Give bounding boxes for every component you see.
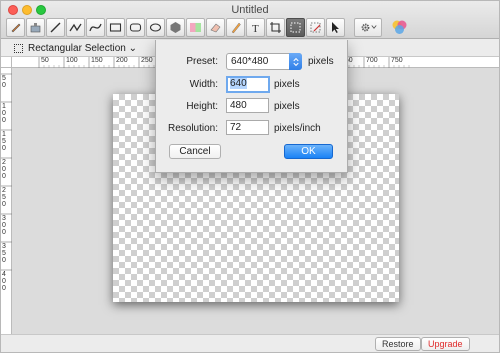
ruler-label: 100	[66, 57, 78, 64]
ok-button[interactable]: OK	[284, 144, 333, 159]
ruler-label: 250	[2, 187, 6, 208]
selection-mode-dropdown[interactable]: Rectangular Selection ⌄	[28, 43, 137, 54]
width-label: Width:	[189, 79, 218, 90]
cancel-button[interactable]: Cancel	[169, 144, 221, 159]
rounded-rectangle-tool[interactable]	[126, 17, 145, 37]
pointer-tool[interactable]	[326, 17, 345, 37]
color-palette-icon	[392, 20, 407, 34]
ellipse-tool[interactable]	[146, 17, 165, 37]
preset-value: 640*480	[231, 56, 269, 67]
ruler-label: 750	[391, 57, 403, 64]
restore-button[interactable]: Restore	[375, 337, 421, 351]
text-icon: T	[252, 23, 259, 34]
brush-icon	[231, 22, 241, 33]
fill-icon	[190, 22, 201, 32]
window-title: Untitled	[231, 4, 269, 16]
eraser-stamp-tool[interactable]	[26, 17, 45, 37]
cursor-icon	[332, 21, 339, 33]
ruler-label: 50	[41, 57, 49, 64]
rounded-rectangle-icon	[129, 22, 142, 32]
resolution-unit: pixels/inch	[274, 123, 321, 134]
ruler-label: 50	[2, 75, 6, 89]
height-unit: pixels	[274, 101, 300, 112]
fill-tool[interactable]	[186, 17, 205, 37]
height-label: Height:	[186, 101, 218, 112]
resolution-input[interactable]: 72	[226, 120, 269, 135]
width-unit: pixels	[274, 79, 300, 90]
select-arrows-icon	[289, 53, 302, 70]
chevron-down-icon	[370, 25, 377, 29]
ruler-label: 700	[366, 57, 378, 64]
pencil-icon	[11, 23, 21, 32]
selection-mode-label: Rectangular Selection	[28, 43, 126, 54]
app-window: Untitled T Rectangular Selection ⌄ 50 10…	[0, 0, 500, 353]
resolution-label: Resolution:	[167, 123, 218, 134]
ruler-label: 300	[2, 215, 6, 236]
polyline-icon	[69, 23, 82, 31]
height-input[interactable]: 480	[226, 98, 269, 113]
selection-icon	[290, 22, 301, 32]
upgrade-button[interactable]: Upgrade	[421, 337, 470, 351]
title-bar: Untitled T	[1, 1, 499, 39]
magic-selection-icon	[310, 22, 321, 32]
ruler-label: 400	[2, 271, 6, 292]
preset-label: Preset:	[186, 56, 218, 67]
tool-palette: T	[6, 17, 408, 37]
eraser-icon	[210, 23, 221, 32]
rectangle-icon	[109, 22, 122, 32]
polyline-tool[interactable]	[66, 17, 85, 37]
crop-icon	[270, 21, 281, 33]
curve-icon	[89, 23, 102, 31]
ruler-label: 200	[2, 159, 6, 180]
curve-tool[interactable]	[86, 17, 105, 37]
ruler-label: 200	[116, 57, 128, 64]
brush-tool[interactable]	[226, 17, 245, 37]
width-value: 640	[230, 78, 247, 89]
new-image-dialog: Preset: 640*480 pixels Width: 640 pixels…	[155, 40, 348, 173]
preset-unit: pixels	[308, 56, 334, 67]
stamp-icon	[30, 22, 41, 32]
ruler-label: 150	[2, 131, 6, 152]
settings-menu-button[interactable]	[354, 17, 382, 37]
text-tool[interactable]: T	[246, 17, 265, 37]
width-input[interactable]: 640	[226, 76, 270, 93]
line-icon	[50, 22, 61, 32]
crop-tool[interactable]	[266, 17, 285, 37]
vertical-ruler: 50 100 150 200 250 300 350 400	[1, 68, 12, 334]
magic-selection-tool[interactable]	[306, 17, 325, 37]
ruler-corner	[1, 57, 12, 68]
eraser-tool[interactable]	[206, 17, 225, 37]
gear-icon	[361, 23, 369, 31]
rectangle-tool[interactable]	[106, 17, 125, 37]
status-bar: Restore Upgrade	[1, 334, 499, 352]
ruler-label: 350	[2, 243, 6, 264]
color-picker-button[interactable]	[391, 19, 408, 36]
preset-select[interactable]: 640*480	[226, 53, 302, 70]
hexagon-icon	[170, 21, 181, 33]
polygon-tool[interactable]	[166, 17, 185, 37]
selection-mode-icon	[14, 44, 23, 53]
chevron-down-icon: ⌄	[128, 43, 138, 54]
line-tool[interactable]	[46, 17, 65, 37]
ruler-label: 150	[91, 57, 103, 64]
selection-tool[interactable]	[286, 17, 305, 37]
pencil-tool[interactable]	[6, 17, 25, 37]
ruler-label: 100	[2, 103, 6, 124]
svg-text:T: T	[252, 23, 259, 34]
ellipse-icon	[149, 22, 162, 32]
